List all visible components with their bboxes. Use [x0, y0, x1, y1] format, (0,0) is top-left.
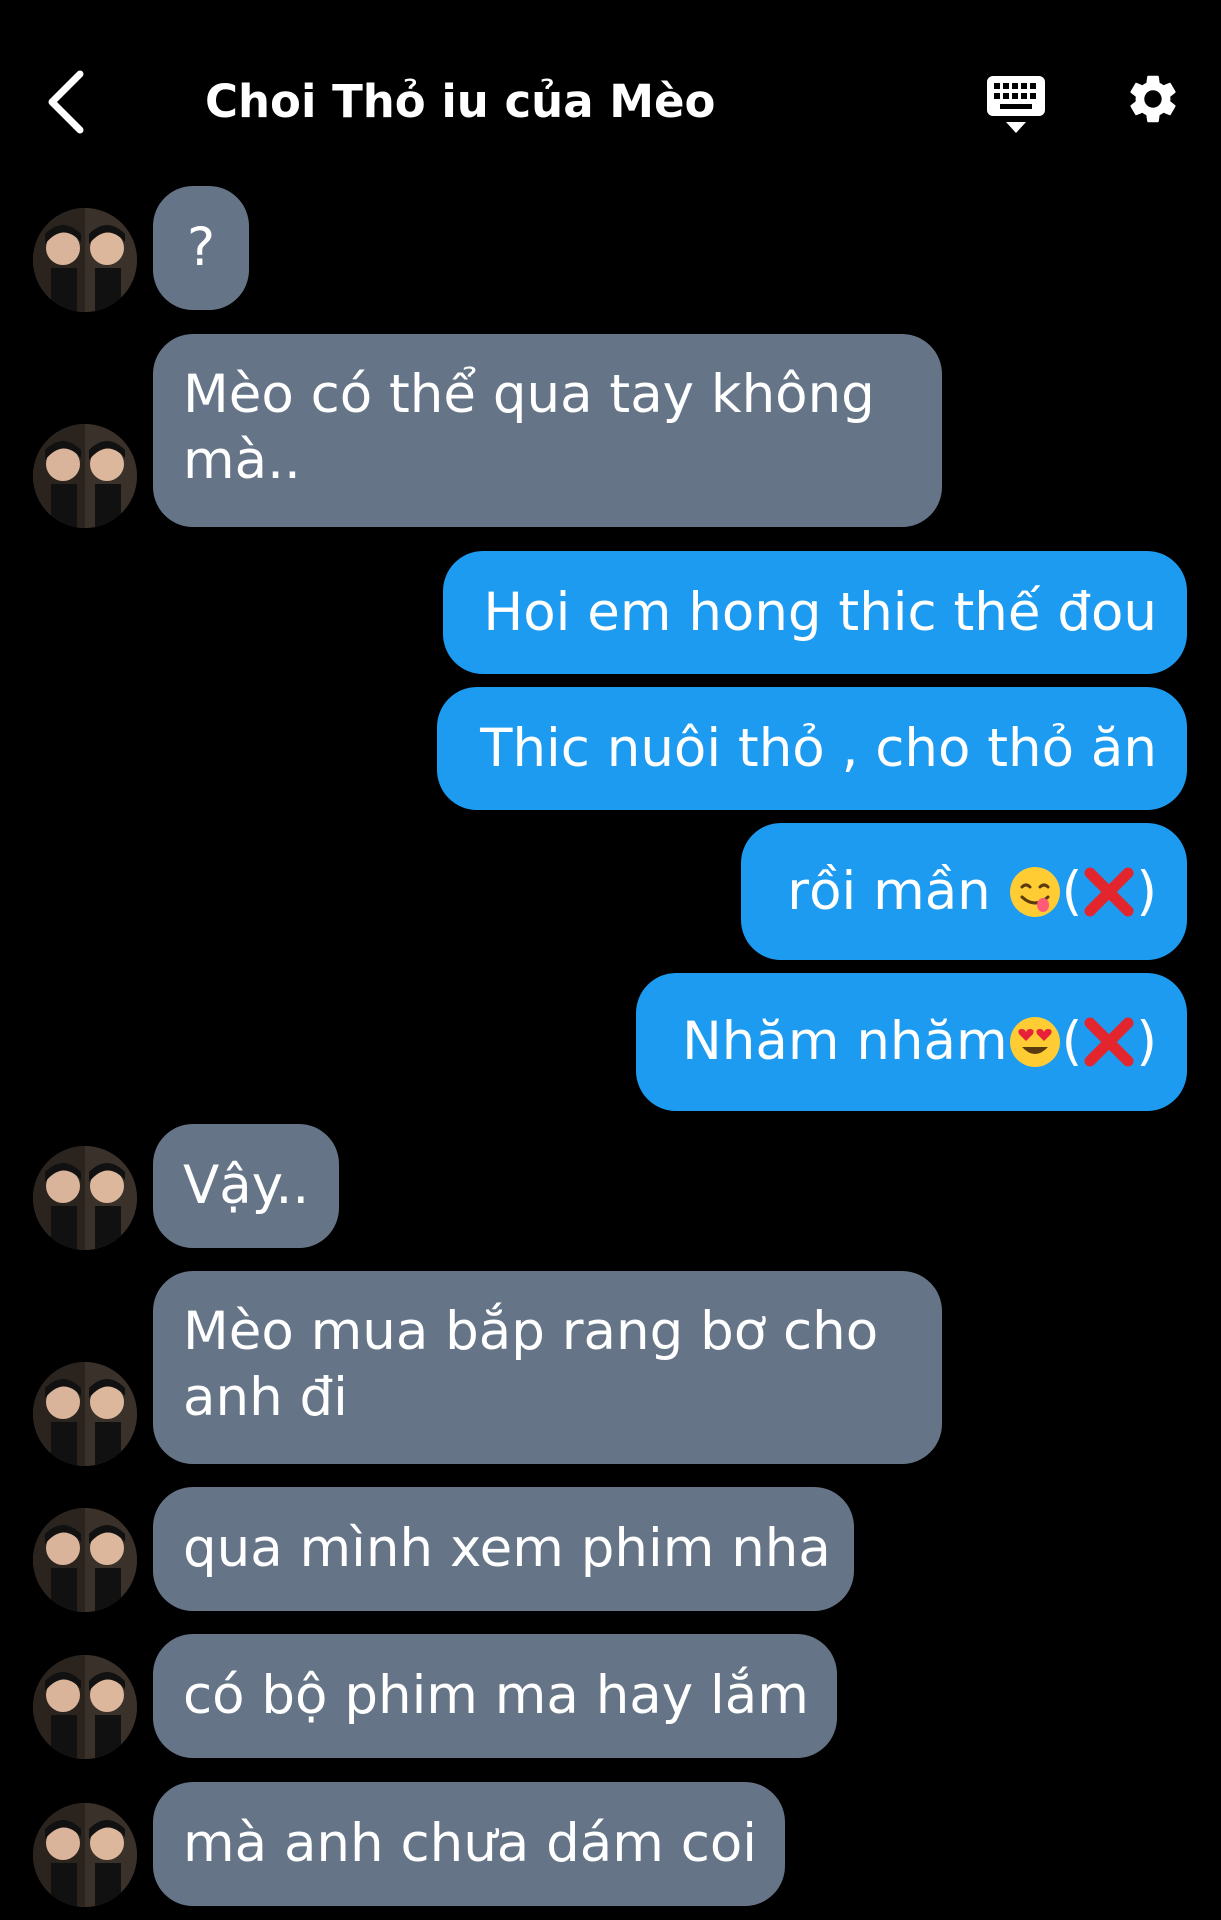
message-bubble-incoming[interactable]: mà anh chưa dám coi [153, 1782, 785, 1906]
savoring-face-emoji [1008, 865, 1062, 919]
message-text: rồi mần [787, 860, 1008, 922]
message-text-line: Mèo mua bắp rang bơ cho [183, 1301, 879, 1362]
message-bubble-incoming[interactable]: Mèo mua bắp rang bơ cho anh đi [153, 1271, 942, 1464]
message-bubble-outgoing[interactable]: Thic nuôi thỏ , cho thỏ ăn [437, 687, 1187, 810]
avatar[interactable] [33, 424, 137, 528]
settings-button[interactable] [1124, 70, 1182, 128]
message-bubble-incoming[interactable]: ? [153, 186, 250, 310]
message-text: Nhăm nhăm [682, 1011, 1008, 1072]
cross-mark-icon [1082, 1015, 1136, 1069]
message-text: mà anh chưa dám coi [183, 1813, 757, 1874]
message-text: Hoi em hong thic thế đou [483, 581, 1157, 643]
message-text: Vậy.. [183, 1155, 310, 1216]
paren-close: ) [1136, 1011, 1157, 1072]
chevron-left-icon [48, 70, 84, 134]
back-button[interactable] [38, 66, 94, 138]
message-bubble-outgoing[interactable]: Nhăm nhăm ( ) [636, 973, 1187, 1111]
chat-header: Choi Thỏ iu của Mèo [0, 0, 1221, 190]
paren-open: ( [1061, 1011, 1083, 1072]
message-text: ? [187, 217, 216, 278]
message-bubble-outgoing[interactable]: Hoi em hong thic thế đou [443, 551, 1187, 674]
avatar[interactable] [33, 1362, 137, 1466]
keyboard-icon [987, 76, 1045, 133]
message-bubble-incoming[interactable]: Mèo có thể qua tay không mà.. [153, 334, 942, 527]
message-bubble-incoming[interactable]: qua mình xem phim nha [153, 1487, 854, 1611]
message-text: Thic nuôi thỏ , cho thỏ ăn [480, 717, 1157, 779]
message-bubble-incoming[interactable]: có bộ phim ma hay lắm [153, 1634, 837, 1758]
message-text-line: Mèo có thể qua tay không [183, 364, 875, 425]
message-text: qua mình xem phim nha [183, 1518, 831, 1579]
cross-mark-icon [1082, 865, 1136, 919]
message-text-line: mà.. [183, 430, 301, 491]
message-bubble-incoming[interactable]: Vậy.. [153, 1124, 339, 1248]
avatar[interactable] [33, 1803, 137, 1907]
paren-open: ( [1061, 860, 1083, 922]
message-text: có bộ phim ma hay lắm [183, 1665, 809, 1726]
gear-icon [1130, 75, 1176, 123]
avatar[interactable] [33, 208, 137, 312]
keyboard-button[interactable] [986, 74, 1046, 136]
avatar[interactable] [33, 1508, 137, 1612]
message-bubble-outgoing[interactable]: rồi mần ( ) [741, 823, 1187, 960]
chat-title: Choi Thỏ iu của Mèo [205, 75, 716, 128]
avatar[interactable] [33, 1655, 137, 1759]
heart-eyes-emoji [1008, 1015, 1062, 1069]
paren-close: ) [1136, 860, 1157, 922]
avatar[interactable] [33, 1146, 137, 1250]
message-text-line: anh đi [183, 1367, 348, 1428]
